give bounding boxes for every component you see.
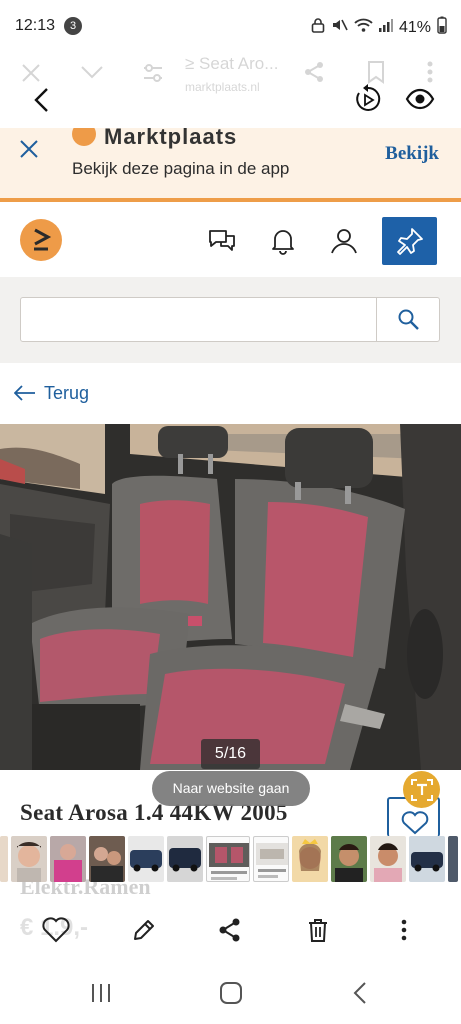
thumbnail[interactable] (0, 836, 8, 882)
thumbnail-strip (0, 836, 461, 886)
thumbnail[interactable] (206, 836, 250, 882)
photo-counter: 5/16 (201, 739, 260, 769)
home-icon[interactable] (219, 981, 243, 1010)
back-icon[interactable] (352, 981, 368, 1010)
thumbnail[interactable] (409, 836, 445, 882)
search-button[interactable] (376, 298, 440, 341)
recent-apps-icon[interactable] (90, 982, 112, 1009)
listing-photo[interactable] (0, 424, 461, 770)
marktplaats-logo[interactable] (20, 219, 62, 261)
app-banner: Marktplaats Bekijk deze pagina in de app… (0, 128, 461, 202)
search-area (0, 277, 461, 363)
battery-percentage: 41% (398, 18, 431, 36)
share-icon[interactable] (210, 910, 250, 950)
eye-icon[interactable] (405, 88, 435, 115)
thumbnail[interactable] (370, 836, 406, 882)
brand-name: Marktplaats (104, 128, 238, 149)
car-rear-seat-image (0, 424, 461, 770)
wifi-icon (354, 17, 373, 38)
search-input[interactable] (21, 298, 376, 341)
lock-icon (311, 17, 325, 38)
thumbnail[interactable] (11, 836, 47, 882)
text-capture-button[interactable] (403, 771, 440, 808)
thumbnail[interactable] (253, 836, 289, 882)
text-scan-icon (410, 778, 433, 801)
thumbnail[interactable] (89, 836, 125, 882)
thumbnail[interactable] (448, 836, 458, 882)
back-link[interactable]: Terug (14, 380, 89, 406)
status-icons: 41% (311, 16, 447, 39)
clock: 12:13 (15, 17, 56, 34)
status-bar: 12:13 3 41% (0, 0, 461, 52)
trash-icon[interactable] (298, 910, 338, 950)
pin-icon (396, 228, 423, 255)
thumbnail[interactable] (331, 836, 367, 882)
thumbnail[interactable] (50, 836, 86, 882)
thumbnail[interactable] (292, 836, 328, 882)
notification-count-badge: 3 (64, 17, 82, 35)
brand-logo-icon (72, 128, 96, 146)
go-to-website-toast[interactable]: Naar website gaan (152, 771, 310, 806)
place-ad-button[interactable] (382, 217, 437, 265)
system-nav-bar (0, 964, 461, 1024)
bell-icon[interactable] (265, 223, 301, 259)
battery-icon (437, 16, 447, 39)
site-header (0, 205, 461, 277)
edit-pencil-icon[interactable] (124, 910, 164, 950)
thumbnail[interactable] (128, 836, 164, 882)
screen: 12:13 3 41% ≥ Seat Aro... marktplaats.nl… (0, 0, 461, 1024)
screenshot-actions-bar (0, 900, 461, 958)
banner-message: Bekijk deze pagina in de app (72, 159, 290, 178)
signal-icon (378, 18, 393, 37)
heart-icon[interactable] (36, 910, 76, 950)
overlay-top-bar (0, 70, 461, 130)
profile-icon[interactable] (326, 223, 362, 259)
close-banner-icon[interactable] (18, 138, 40, 165)
arrow-left-icon (14, 385, 35, 401)
thumbnail[interactable] (167, 836, 203, 882)
search-box (20, 297, 440, 342)
search-icon (398, 309, 419, 330)
replay-play-icon[interactable] (354, 84, 382, 119)
mute-icon (331, 17, 348, 38)
back-link-label: Terug (44, 382, 90, 403)
more-options-icon[interactable] (384, 910, 424, 950)
open-in-app-button[interactable]: Bekijk (385, 143, 439, 165)
banner-divider (0, 198, 461, 202)
messages-icon[interactable] (204, 223, 240, 259)
back-arrow-icon[interactable] (32, 86, 50, 119)
